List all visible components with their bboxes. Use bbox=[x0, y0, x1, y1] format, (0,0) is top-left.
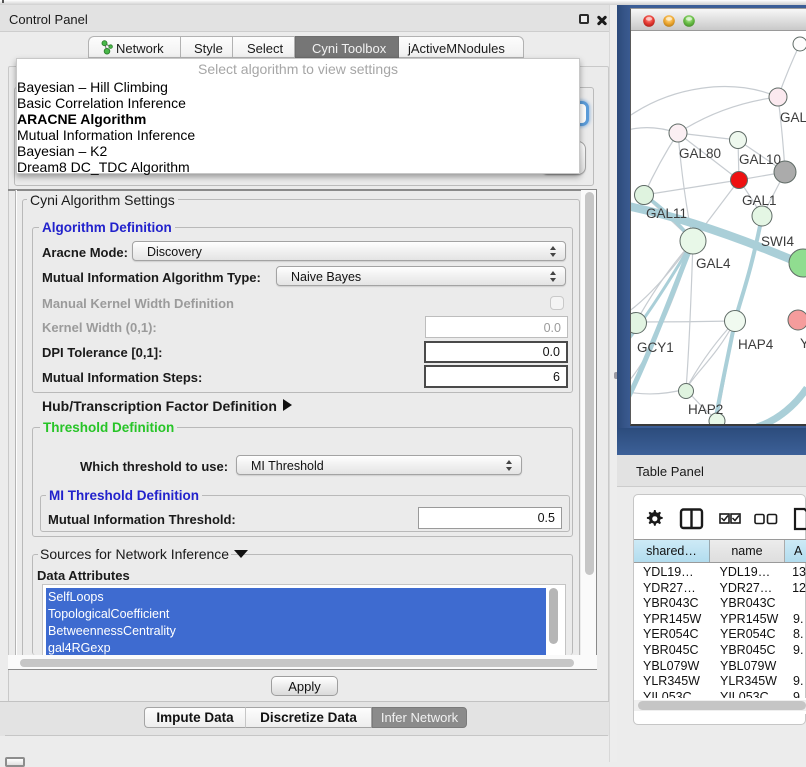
svg-text:HAP4: HAP4 bbox=[738, 337, 774, 352]
svg-text:GAL11: GAL11 bbox=[646, 206, 687, 221]
svg-text:GAL1: GAL1 bbox=[742, 193, 777, 208]
svg-text:GAL4: GAL4 bbox=[696, 256, 731, 271]
svg-text:GAL80: GAL80 bbox=[679, 146, 721, 161]
svg-text:Y: Y bbox=[800, 336, 806, 351]
svg-text:HAP2: HAP2 bbox=[688, 402, 723, 417]
svg-text:GAL10: GAL10 bbox=[739, 152, 781, 167]
svg-text:GAL: GAL bbox=[780, 110, 806, 125]
svg-text:SWI4: SWI4 bbox=[761, 234, 794, 249]
svg-text:GCY1: GCY1 bbox=[637, 340, 674, 355]
